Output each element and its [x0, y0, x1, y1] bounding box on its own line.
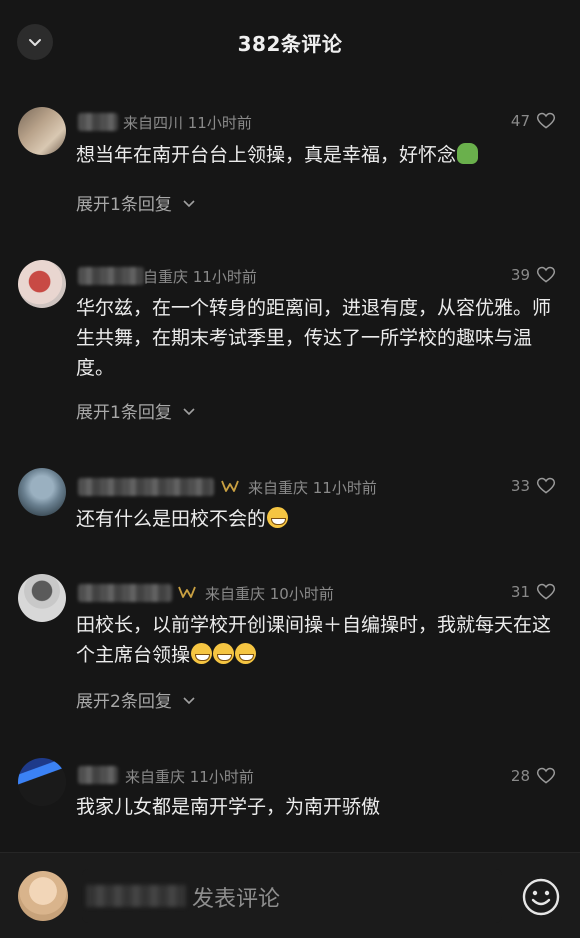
like-count: 47	[510, 112, 530, 130]
expand-replies-button[interactable]: 展开1条回复	[76, 190, 196, 215]
comment-composer: 发表评论	[0, 852, 580, 938]
comment-meta: 来自重庆 11小时前	[248, 479, 377, 497]
comment-meta: 来自重庆 10小时前	[205, 585, 334, 603]
chevron-down-icon	[183, 407, 195, 415]
username-blurred[interactable]	[78, 478, 214, 496]
avatar[interactable]	[18, 574, 66, 622]
avatar[interactable]	[18, 107, 66, 155]
username-blurred[interactable]	[78, 584, 172, 602]
comment-input-placeholder: 发表评论	[192, 887, 281, 912]
heart-outline-icon	[536, 112, 556, 129]
chevron-down-icon	[183, 199, 195, 207]
comment-text: 还有什么是田校不会的	[76, 504, 561, 534]
person-emoji-icon	[457, 143, 479, 164]
like-button[interactable]: 39	[511, 265, 556, 285]
avatar[interactable]	[18, 758, 66, 806]
heart-outline-icon	[536, 266, 556, 283]
avatar[interactable]	[18, 468, 66, 516]
avatar[interactable]	[18, 260, 66, 308]
like-count: 31	[510, 583, 530, 601]
grin-emoji-icon	[191, 643, 213, 664]
comment-text: 华尔兹，在一个转身的距离间，进退有度，从容优雅。师生共舞，在期末考试季里，传达了…	[76, 297, 552, 379]
expand-replies-button[interactable]: 展开1条回复	[76, 398, 196, 423]
smiley-icon[interactable]	[521, 877, 561, 917]
heart-outline-icon	[536, 583, 556, 600]
comment-count-title: 382条评论	[237, 32, 343, 56]
like-button[interactable]: 31	[511, 582, 556, 602]
like-count: 28	[510, 767, 530, 785]
comment-text: 我家儿女都是南开学子，为南开骄傲	[76, 796, 381, 818]
expand-replies-button[interactable]: 展开2条回复	[76, 687, 196, 712]
comments-header: 382条评论	[0, 0, 580, 86]
blurred-mention	[86, 885, 186, 907]
crown-badge-icon	[178, 586, 196, 598]
grin-emoji-icon	[267, 507, 289, 528]
chevron-down-icon	[183, 696, 195, 704]
username-blurred[interactable]	[78, 766, 118, 784]
like-count: 39	[510, 266, 530, 284]
comment-input[interactable]: 发表评论	[82, 869, 502, 923]
comment-text: 田校长，以前学校开创课间操＋自编操时，我就每天在这个主席台领操	[76, 614, 552, 666]
like-button[interactable]: 33	[511, 476, 556, 496]
like-button[interactable]: 28	[511, 766, 556, 786]
heart-outline-icon	[536, 767, 556, 784]
crown-badge-icon	[221, 480, 239, 492]
comment-meta: 来自四川 11小时前	[123, 114, 252, 132]
username-blurred[interactable]	[78, 113, 118, 131]
comment-text: 想当年在南开台台上领操，真是幸福，好怀念	[76, 140, 561, 170]
like-button[interactable]: 47	[511, 111, 556, 131]
username-blurred[interactable]	[78, 267, 144, 285]
comment-meta: 自重庆 11小时前	[143, 268, 257, 286]
my-avatar	[18, 871, 68, 921]
like-count: 33	[510, 477, 530, 495]
grin-emoji-icon	[213, 643, 235, 664]
comment-meta: 来自重庆 11小时前	[125, 768, 254, 786]
heart-outline-icon	[536, 477, 556, 494]
grin-emoji-icon	[235, 643, 257, 664]
